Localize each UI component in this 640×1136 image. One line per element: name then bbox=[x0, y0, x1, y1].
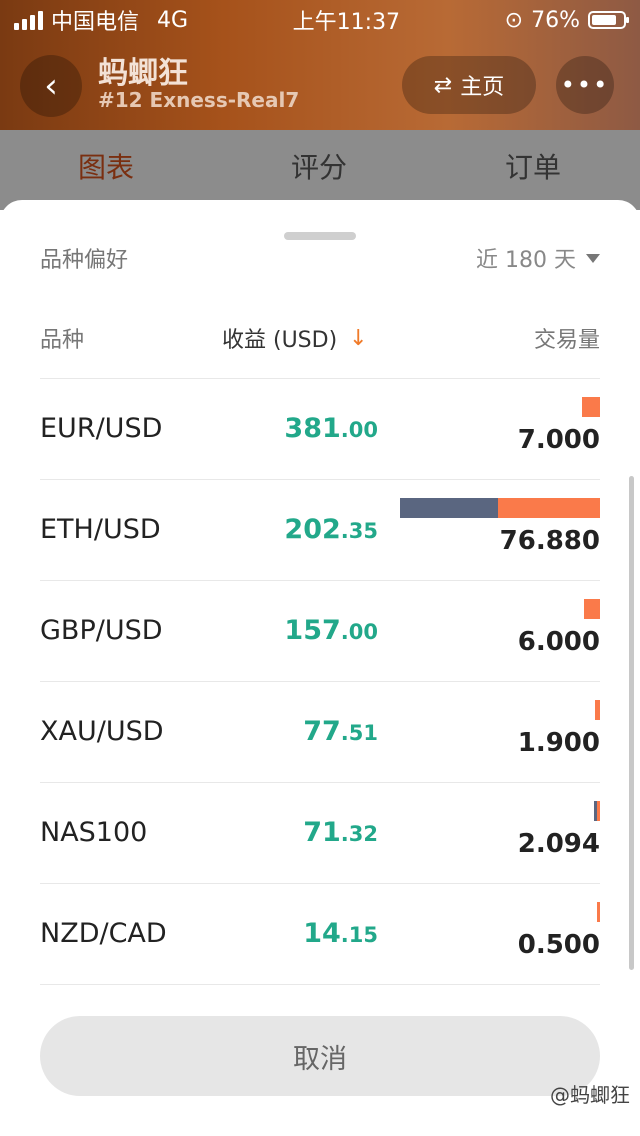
symbol-list: EUR/USD 381.00 7.000 ETH/USD 202.35 76.8… bbox=[40, 378, 600, 985]
account-subtitle: #12 Exness-Real7 bbox=[98, 88, 300, 112]
profit-value: 157.00 bbox=[284, 615, 378, 646]
symbol-name: EUR/USD bbox=[40, 413, 163, 444]
volume-value: 7.000 bbox=[517, 425, 600, 455]
volume-bar-sell bbox=[584, 599, 600, 619]
volume-value: 76.880 bbox=[499, 526, 600, 556]
home-button[interactable]: ⇄ 主页 bbox=[402, 56, 536, 114]
volume-bar-sell bbox=[581, 397, 600, 417]
volume-bar-sell bbox=[597, 902, 600, 922]
volume-bar bbox=[594, 801, 600, 821]
list-item[interactable]: NZD/CAD 14.15 0.500 bbox=[40, 883, 600, 985]
list-item[interactable]: XAU/USD 77.51 1.900 bbox=[40, 681, 600, 782]
clock: 上午11:37 bbox=[292, 10, 401, 35]
period-label: 近 180 天 bbox=[476, 248, 576, 273]
volume-bar bbox=[597, 902, 600, 922]
battery-icon bbox=[588, 11, 629, 29]
page-title: 蚂蝍狂 bbox=[98, 56, 188, 91]
sort-down-arrow-icon: ↓ bbox=[349, 325, 368, 351]
profit-value: 14.15 bbox=[303, 918, 378, 949]
list-item[interactable]: ETH/USD 202.35 76.880 bbox=[40, 479, 600, 580]
list-item[interactable]: EUR/USD 381.00 7.000 bbox=[40, 378, 600, 479]
sheet-grabber[interactable] bbox=[284, 232, 356, 240]
symbol-name: XAU/USD bbox=[40, 716, 164, 747]
symbol-preference-sheet: 品种偏好 近 180 天 品种 收益 (USD) ↓ 交易量 EUR/USD 3… bbox=[0, 200, 640, 1136]
profit-value: 202.35 bbox=[284, 514, 378, 545]
volume-value: 0.500 bbox=[517, 930, 600, 960]
column-header-profit[interactable]: 收益 (USD) ↓ bbox=[222, 322, 368, 354]
column-header-profit-label: 收益 (USD) bbox=[222, 328, 338, 353]
profit-value: 77.51 bbox=[303, 716, 378, 747]
symbol-name: GBP/USD bbox=[40, 615, 163, 646]
signal-icon bbox=[14, 10, 43, 30]
volume-value: 6.000 bbox=[517, 627, 600, 657]
watermark: @蚂蝍狂 bbox=[550, 1083, 630, 1107]
battery-percent: 76% bbox=[531, 7, 580, 33]
volume-bar bbox=[595, 700, 600, 720]
back-button[interactable]: ‹ bbox=[20, 55, 82, 117]
network-label: 4G bbox=[157, 7, 189, 33]
column-header-volume[interactable]: 交易量 bbox=[534, 322, 600, 354]
symbol-name: NZD/CAD bbox=[40, 918, 167, 949]
tab-chart[interactable]: 图表 bbox=[78, 146, 134, 186]
list-item[interactable]: NAS100 71.32 2.094 bbox=[40, 782, 600, 883]
volume-bar bbox=[400, 498, 600, 518]
profit-value: 381.00 bbox=[284, 413, 378, 444]
tab-orders[interactable]: 订单 bbox=[505, 146, 561, 186]
profit-value: 71.32 bbox=[303, 817, 378, 848]
volume-bar-buy bbox=[400, 498, 498, 518]
volume-value: 1.900 bbox=[517, 728, 600, 758]
status-bar: 中国电信 4G 上午11:37 ⊙ 76% bbox=[0, 0, 640, 40]
cancel-button[interactable]: 取消 bbox=[40, 1016, 600, 1096]
volume-bar bbox=[584, 599, 600, 619]
sheet-title: 品种偏好 bbox=[40, 248, 129, 273]
scrollbar[interactable] bbox=[629, 476, 634, 970]
column-header-symbol[interactable]: 品种 bbox=[40, 322, 84, 354]
period-selector[interactable]: 近 180 天 bbox=[476, 242, 600, 274]
swap-icon: ⇄ bbox=[433, 72, 453, 98]
volume-bar bbox=[581, 397, 600, 417]
volume-value: 2.094 bbox=[517, 829, 600, 859]
chevron-left-icon: ‹ bbox=[44, 66, 58, 106]
tab-rating[interactable]: 评分 bbox=[291, 146, 347, 186]
carrier-label: 中国电信 bbox=[51, 10, 140, 35]
more-button[interactable]: ••• bbox=[556, 56, 614, 114]
volume-bar-sell bbox=[597, 801, 600, 821]
volume-bar-sell bbox=[595, 700, 600, 720]
list-item[interactable]: GBP/USD 157.00 6.000 bbox=[40, 580, 600, 681]
volume-bar-sell bbox=[498, 498, 600, 518]
more-icon: ••• bbox=[560, 71, 610, 99]
caret-down-icon bbox=[586, 253, 600, 263]
symbol-name: NAS100 bbox=[40, 817, 148, 848]
orientation-lock-icon: ⊙ bbox=[504, 7, 524, 33]
home-button-label: 主页 bbox=[460, 75, 505, 100]
symbol-name: ETH/USD bbox=[40, 514, 161, 545]
